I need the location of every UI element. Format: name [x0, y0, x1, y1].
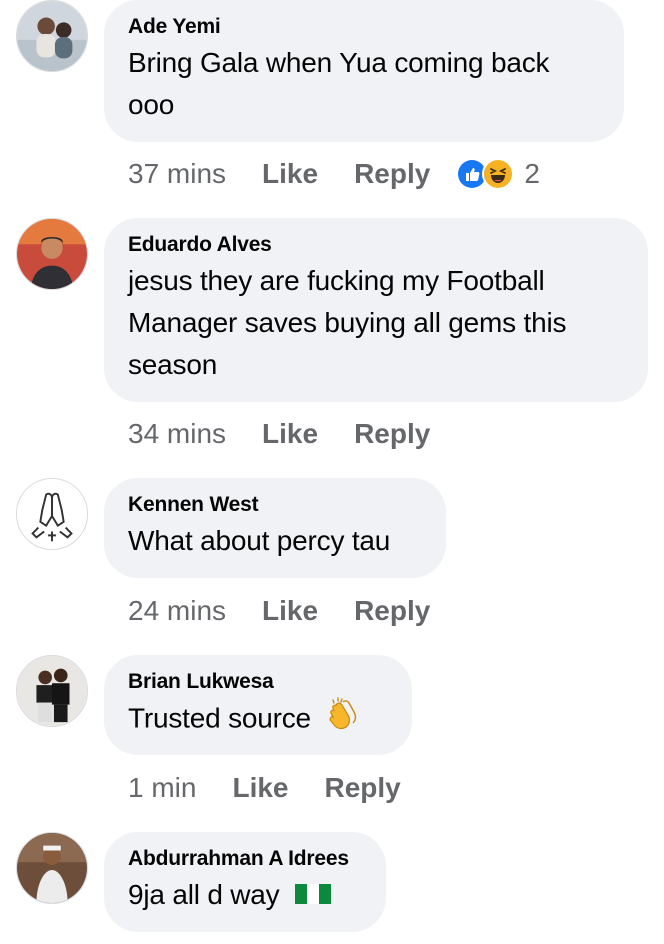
comment-text: jesus they are fucking my Football Manag… — [128, 260, 624, 386]
like-button[interactable]: Like — [262, 158, 318, 190]
nigeria-flag-emoji — [295, 876, 332, 918]
comment-text-line: ooo — [128, 89, 175, 120]
clapping-hands-emoji — [327, 697, 361, 743]
reaction-count: 2 — [524, 158, 540, 189]
reply-button[interactable]: Reply — [354, 418, 430, 450]
comment-timestamp[interactable]: 34 mins — [128, 418, 226, 450]
comment-bubble: Eduardo Alves jesus they are fucking my … — [104, 218, 648, 402]
comment-author[interactable]: Abdurrahman A Idrees — [128, 846, 362, 872]
comment-meta: 34 mins Like Reply — [128, 418, 466, 450]
comment-meta: 37 mins Like Reply 2 — [128, 158, 540, 190]
comment-text-line: season — [128, 349, 218, 380]
comment-text-line: Bring Gala when Yua coming back — [128, 47, 550, 78]
comment-meta: 1 min Like Reply — [128, 772, 437, 804]
comment-bubble: Brian Lukwesa Trusted source — [104, 655, 412, 755]
comment-bubble: Abdurrahman A Idrees 9ja all d way — [104, 832, 386, 932]
comment-text: Trusted source — [128, 697, 388, 743]
avatar[interactable] — [16, 218, 88, 290]
like-button[interactable]: Like — [262, 418, 318, 450]
comment-meta: 24 mins Like Reply — [128, 595, 466, 627]
comments-feed: Ade Yemi Bring Gala when Yua coming back… — [0, 0, 664, 944]
comment-timestamp[interactable]: 24 mins — [128, 595, 226, 627]
avatar[interactable] — [16, 655, 88, 727]
comment-author[interactable]: Brian Lukwesa — [128, 669, 388, 695]
comment-text: 9ja all d way — [128, 874, 362, 918]
comment-bubble: Kennen West What about percy tau — [104, 478, 446, 578]
avatar[interactable] — [16, 832, 88, 904]
comment-author[interactable]: Eduardo Alves — [128, 232, 624, 258]
comment-author[interactable]: Ade Yemi — [128, 14, 600, 40]
comment-text: Bring Gala when Yua coming back ooo — [128, 42, 600, 126]
reply-button[interactable]: Reply — [325, 772, 401, 804]
comment-text-line: Trusted source — [128, 702, 311, 734]
avatar[interactable] — [16, 0, 88, 72]
avatar[interactable] — [16, 478, 88, 550]
comment-bubble: Ade Yemi Bring Gala when Yua coming back… — [104, 0, 624, 142]
reply-button[interactable]: Reply — [354, 595, 430, 627]
like-button[interactable]: Like — [232, 772, 288, 804]
comment-text-line: What about percy tau — [128, 525, 391, 556]
comment-timestamp[interactable]: 1 min — [128, 772, 196, 804]
reply-button[interactable]: Reply — [354, 158, 430, 190]
comment-text-line: jesus they are fucking my Football — [128, 265, 545, 296]
haha-reaction-icon — [482, 158, 515, 190]
comment-text-line: 9ja all d way — [128, 879, 280, 910]
like-button[interactable]: Like — [262, 595, 318, 627]
reaction-summary[interactable]: 2 — [456, 158, 540, 190]
comment-timestamp[interactable]: 37 mins — [128, 158, 226, 190]
comment-text-line: Manager saves buying all gems this — [128, 307, 567, 338]
comment-text: What about percy tau — [128, 520, 422, 562]
comment-author[interactable]: Kennen West — [128, 492, 422, 518]
